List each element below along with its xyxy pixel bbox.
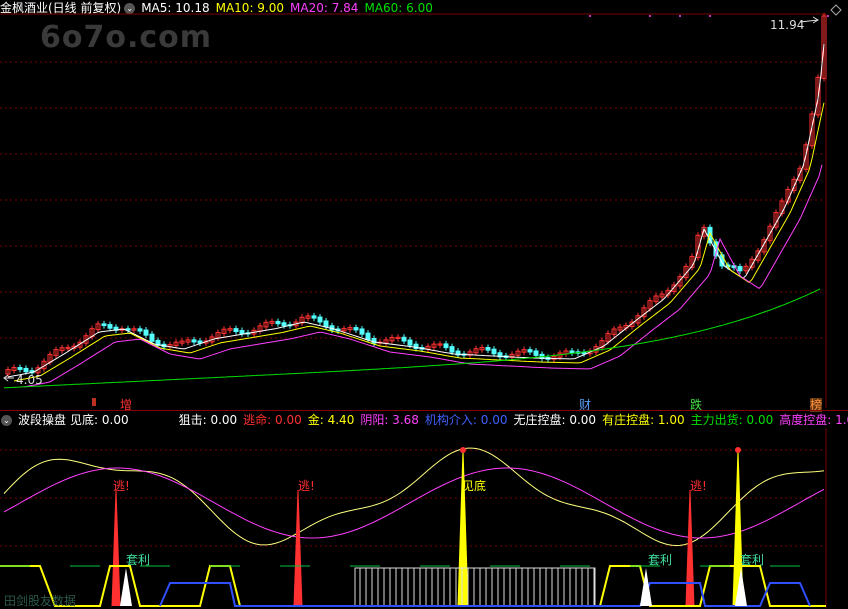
high-price-label: 11.94 — [770, 18, 804, 32]
spike-top-dot — [735, 447, 741, 453]
taoli-label: 套利 — [126, 553, 150, 567]
candle — [143, 329, 149, 336]
candle — [233, 328, 239, 333]
candle — [569, 350, 575, 354]
candle — [533, 350, 539, 356]
tao-label: 逃! — [113, 479, 130, 493]
top-dot-marker — [709, 15, 711, 17]
indicator-name: 波段操盘 — [18, 413, 67, 427]
spike-top-dot — [460, 447, 466, 453]
tao-spike — [685, 489, 695, 607]
hatch-box — [354, 567, 596, 607]
candle — [737, 266, 743, 272]
top-dot-marker — [827, 15, 829, 17]
indicator-chart[interactable]: 逃! 逃! 逃! 见底 套利 套利 套利 — [0, 428, 848, 608]
price-chart[interactable]: 11.94 4.05 — [0, 0, 848, 410]
tao-spike — [293, 489, 303, 607]
blue-step-line — [159, 582, 811, 607]
taoli-label: 套利 — [648, 553, 672, 567]
candle — [359, 328, 365, 335]
candle — [149, 333, 155, 342]
taoli-label: 套利 — [740, 553, 764, 567]
candlesticks — [5, 13, 827, 377]
candle — [281, 322, 287, 327]
candle — [401, 336, 407, 342]
candle — [23, 367, 29, 373]
gaodu-value: 高度控盘: 1.00 — [779, 413, 848, 427]
candle — [317, 316, 323, 323]
candle — [107, 324, 113, 329]
wuzhuang-value: 无庄控盘: 0.00 — [513, 413, 597, 427]
ma5-line — [7, 43, 825, 378]
indicator-lines — [3, 447, 825, 547]
jigou-value: 机构介入: 0.00 — [424, 413, 508, 427]
yellow-osc-line — [3, 447, 825, 547]
event-marker-small — [92, 398, 96, 406]
moving-average-lines — [3, 43, 825, 389]
top-dot-marker — [589, 15, 591, 17]
taoli-spike — [120, 568, 747, 606]
indicator-header: ⌄ 波段操盘 见底: 0.00 狙击: 0.00 逃命: 0.00 金: 4.40 阴阳: … — [0, 412, 848, 428]
candle — [527, 349, 533, 353]
candle — [191, 339, 197, 343]
candle — [485, 347, 491, 351]
jiandi-spike — [457, 449, 469, 607]
indicator-grid — [0, 428, 827, 608]
zhuli-value: 主力出货: 0.00 — [690, 413, 774, 427]
candle — [443, 343, 449, 349]
ma20-line — [23, 164, 823, 388]
candle — [17, 367, 23, 370]
panel-divider — [0, 410, 848, 411]
top-dot-marker — [679, 15, 681, 17]
taoming-value: 逃命: 0.00 — [243, 413, 302, 427]
top-dot-marker — [649, 15, 651, 17]
jin-value: 金: 4.40 — [307, 413, 355, 427]
youzhuang-value: 有庄控盘: 1.00 — [602, 413, 685, 427]
candle — [491, 348, 497, 355]
candle — [407, 339, 413, 346]
yinyang-value: 阴阳: 3.68 — [360, 413, 419, 427]
jiandi-label: 见底 — [462, 478, 486, 493]
tao-label: 逃! — [690, 479, 707, 493]
low-price-label: 4.05 — [16, 373, 43, 387]
diamond-icon[interactable] — [830, 4, 842, 16]
chevron-down-icon[interactable]: ⌄ — [1, 415, 12, 426]
bottom-watermark: 田剑股友数据 — [4, 594, 77, 608]
candle — [353, 327, 359, 331]
jiandi-value: 见底: 0.00 — [70, 413, 129, 427]
candle — [239, 330, 245, 335]
candle — [323, 320, 329, 328]
candle — [101, 323, 107, 327]
candle — [311, 315, 317, 319]
jiji-value: 狙击: 0.00 — [178, 413, 238, 427]
tao-label: 逃! — [298, 479, 315, 493]
candle — [137, 328, 143, 332]
candle — [365, 332, 371, 341]
candle — [449, 346, 455, 353]
tao-spike — [111, 489, 121, 607]
candle — [275, 320, 281, 325]
